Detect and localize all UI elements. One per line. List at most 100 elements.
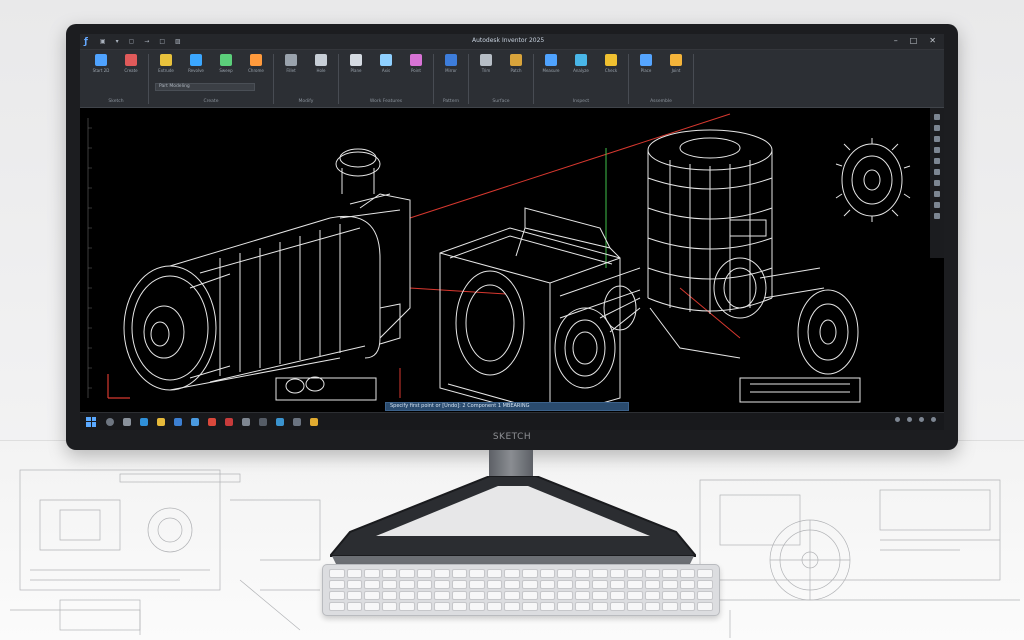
keyboard-key[interactable] <box>399 580 415 589</box>
keyboard-key[interactable] <box>364 602 380 611</box>
keyboard-key[interactable] <box>504 580 520 589</box>
keyboard-key[interactable] <box>346 569 363 578</box>
settings-icon[interactable] <box>242 417 250 426</box>
tool-chrome-button[interactable]: Chrome <box>245 54 267 73</box>
maximize-icon[interactable]: □ <box>910 36 918 46</box>
tool-check-button[interactable]: Check <box>600 54 622 73</box>
cad-app-icon[interactable] <box>225 417 233 426</box>
free-orbit-icon[interactable] <box>934 191 940 197</box>
keyboard-key[interactable] <box>662 602 678 611</box>
app-logo-icon[interactable]: ƒ <box>84 37 88 47</box>
keyboard-key[interactable] <box>679 591 696 600</box>
keyboard-key[interactable] <box>662 591 678 600</box>
section-icon[interactable] <box>934 213 940 219</box>
tool-extrude-button[interactable]: Extrude <box>155 54 177 73</box>
keyboard-key[interactable] <box>416 569 433 578</box>
keyboard-key[interactable] <box>697 580 713 589</box>
keyboard-key[interactable] <box>522 569 538 578</box>
keyboard-key[interactable] <box>539 591 556 600</box>
tool-point-button[interactable]: Point <box>405 54 427 73</box>
keyboard-key[interactable] <box>469 591 485 600</box>
keyboard-key[interactable] <box>539 569 556 578</box>
search-icon[interactable] <box>106 417 114 426</box>
keyboard-key[interactable] <box>627 580 643 589</box>
quick-access-open[interactable]: ▢ <box>129 38 135 45</box>
keyboard-key[interactable] <box>644 602 661 611</box>
keyboard-key[interactable] <box>451 569 468 578</box>
keyboard-key[interactable] <box>451 602 468 611</box>
keyboard-key[interactable] <box>574 591 591 600</box>
keyboard-key[interactable] <box>434 602 450 611</box>
keyboard-key[interactable] <box>504 602 520 611</box>
keyboard-key[interactable] <box>399 602 415 611</box>
keyboard-key[interactable] <box>381 580 398 589</box>
tool-axis-button[interactable]: Axis <box>375 54 397 73</box>
battery-icon[interactable] <box>919 417 924 422</box>
keyboard-key[interactable] <box>504 569 520 578</box>
keyboard-key[interactable] <box>364 591 380 600</box>
keyboard-key[interactable] <box>627 591 643 600</box>
keyboard-key[interactable] <box>399 569 415 578</box>
keyboard-key[interactable] <box>416 591 433 600</box>
keyboard-key[interactable] <box>451 580 468 589</box>
look-icon[interactable] <box>934 147 940 153</box>
keyboard-key[interactable] <box>592 602 608 611</box>
keyboard-key[interactable] <box>609 602 626 611</box>
keyboard-key[interactable] <box>346 602 363 611</box>
keyboard-key[interactable] <box>416 602 433 611</box>
keyboard-key[interactable] <box>329 580 345 589</box>
keyboard-key[interactable] <box>381 602 398 611</box>
keyboard-key[interactable] <box>522 580 538 589</box>
keyboard-key[interactable] <box>644 591 661 600</box>
keyboard-key[interactable] <box>364 569 380 578</box>
command-line[interactable]: Specify first point or [Undo]: 2 Compone… <box>385 402 629 411</box>
terminal-icon[interactable] <box>259 417 267 426</box>
keyboard-key[interactable] <box>329 591 345 600</box>
keyboard-key[interactable] <box>539 580 556 589</box>
keyboard-key[interactable] <box>381 569 398 578</box>
keyboard-key[interactable] <box>434 569 450 578</box>
tool-analyze-button[interactable]: Analyze <box>570 54 592 73</box>
zoom-icon[interactable] <box>934 125 940 131</box>
network-icon[interactable] <box>895 417 900 422</box>
tool-fillet-button[interactable]: Fillet <box>280 54 302 73</box>
tool-mirror-button[interactable]: Mirror <box>440 54 462 73</box>
keyboard-key[interactable] <box>592 569 608 578</box>
keyboard-key[interactable] <box>557 569 573 578</box>
keyboard-key[interactable] <box>557 602 573 611</box>
keyboard-key[interactable] <box>644 580 661 589</box>
keyboard-key[interactable] <box>557 580 573 589</box>
keyboard-key[interactable] <box>381 591 398 600</box>
keyboard-key[interactable] <box>697 591 713 600</box>
keyboard-key[interactable] <box>609 580 626 589</box>
keyboard-key[interactable] <box>364 580 380 589</box>
volume-icon[interactable] <box>907 417 912 422</box>
keyboard-key[interactable] <box>329 602 345 611</box>
keyboard-key[interactable] <box>627 569 643 578</box>
keyboard-key[interactable] <box>346 591 363 600</box>
keyboard-key[interactable] <box>679 602 696 611</box>
keyboard-key[interactable] <box>486 602 503 611</box>
notification-icon[interactable] <box>931 417 936 422</box>
tool-create-button[interactable]: Create <box>120 54 142 73</box>
keyboard-key[interactable] <box>697 569 713 578</box>
home-view-icon[interactable] <box>934 169 940 175</box>
photos-icon[interactable] <box>276 417 284 426</box>
keyboard-key[interactable] <box>329 569 345 578</box>
tool-trim-button[interactable]: Trim <box>475 54 497 73</box>
keyboard-key[interactable] <box>486 591 503 600</box>
keyboard-key[interactable] <box>609 591 626 600</box>
tool-joint-button[interactable]: Joint <box>665 54 687 73</box>
keyboard-key[interactable] <box>434 580 450 589</box>
keyboard-key[interactable] <box>609 569 626 578</box>
ribbon-dropdown[interactable]: Part Modeling <box>155 83 255 91</box>
tool-hole-button[interactable]: Hole <box>310 54 332 73</box>
tool-plane-button[interactable]: Plane <box>345 54 367 73</box>
keyboard-key[interactable] <box>522 591 538 600</box>
keyboard-key[interactable] <box>434 591 450 600</box>
keyboard-key[interactable] <box>574 580 591 589</box>
calc-icon[interactable] <box>293 417 301 426</box>
keyboard-key[interactable] <box>679 580 696 589</box>
task-view-icon[interactable] <box>123 417 131 426</box>
keyboard-key[interactable] <box>679 569 696 578</box>
